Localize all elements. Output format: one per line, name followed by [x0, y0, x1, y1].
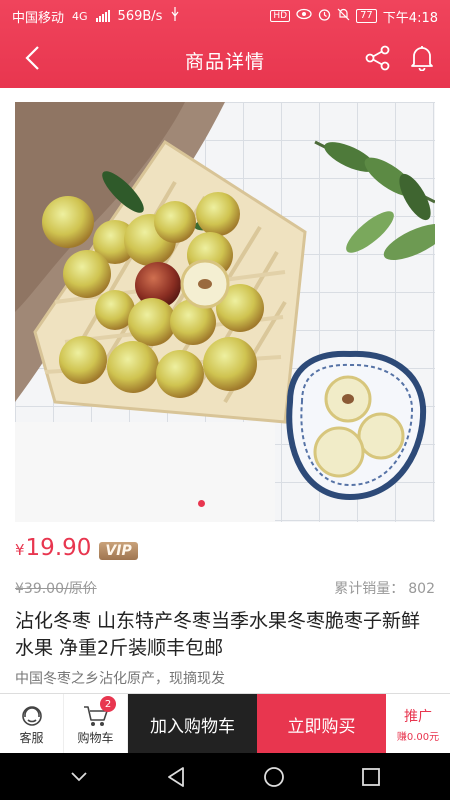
original-price: ¥39.00/原价: [15, 581, 97, 597]
system-recents-button[interactable]: [347, 757, 395, 797]
sales-value: 802: [408, 581, 435, 597]
price-row: ¥ 19.90 VIP: [15, 535, 138, 567]
promote-label: 推广: [404, 708, 432, 725]
notification-button[interactable]: [402, 40, 442, 80]
battery-icon: 77: [356, 9, 377, 23]
price: 19.90: [25, 535, 92, 561]
carousel-indicator-dot[interactable]: [198, 500, 205, 507]
hd-icon: HD: [270, 10, 291, 22]
system-back-button[interactable]: [152, 757, 200, 797]
clock-time: 下午4:18: [382, 10, 438, 26]
system-home-button[interactable]: [250, 757, 298, 797]
eye-icon: [296, 8, 312, 24]
network-type: 4G: [72, 9, 88, 23]
alarm-icon: [318, 8, 331, 25]
cart-count-badge: 2: [100, 696, 116, 712]
cart-label: 购物车: [77, 730, 114, 745]
header: 中国移动 4G 569B/s HD 77 下午4:18 商品详情: [0, 0, 450, 88]
customer-service-button[interactable]: 客服: [0, 694, 64, 754]
nav-bar: 商品详情: [0, 32, 450, 88]
hide-keyboard-button[interactable]: [55, 757, 103, 797]
carrier-label: 中国移动: [12, 10, 65, 26]
signal-icon: [95, 10, 110, 22]
buy-now-button[interactable]: 立即购买: [257, 694, 386, 754]
vip-badge: VIP: [99, 542, 138, 560]
product-image[interactable]: [15, 102, 435, 522]
network-speed: 569B/s: [117, 8, 163, 24]
mute-icon: [337, 8, 350, 25]
back-icon: [24, 45, 40, 75]
page-title: 商品详情: [184, 50, 265, 73]
system-navigation-bar: [0, 753, 450, 800]
bell-icon: [410, 45, 434, 75]
promote-button[interactable]: 推广 赚0.00元: [386, 694, 450, 754]
product-title: 沾化冬枣 山东特产冬枣当季水果冬枣脆枣子新鲜水果 净重2斤装顺丰包邮: [15, 610, 421, 659]
sales-count: 累计销量： 802: [334, 578, 435, 598]
service-label: 客服: [19, 730, 44, 745]
share-icon: [365, 45, 391, 75]
bottom-action-bar: 客服 2 购物车 加入购物车 立即购买 推广 赚0.00元: [0, 693, 450, 754]
usb-icon: [170, 7, 180, 25]
sales-label: 累计销量：: [334, 581, 405, 597]
back-button[interactable]: [12, 40, 52, 80]
cart-button[interactable]: 2 购物车: [64, 694, 128, 754]
status-bar: 中国移动 4G 569B/s HD 77 下午4:18: [0, 0, 450, 32]
share-button[interactable]: [358, 40, 398, 80]
promote-earnings: 赚0.00元: [396, 731, 440, 743]
headset-icon: [20, 703, 44, 729]
add-to-cart-button[interactable]: 加入购物车: [128, 694, 257, 754]
product-subtitle: 中国冬枣之乡沾化原产，现摘现发: [15, 671, 225, 687]
currency-symbol: ¥: [15, 541, 25, 559]
